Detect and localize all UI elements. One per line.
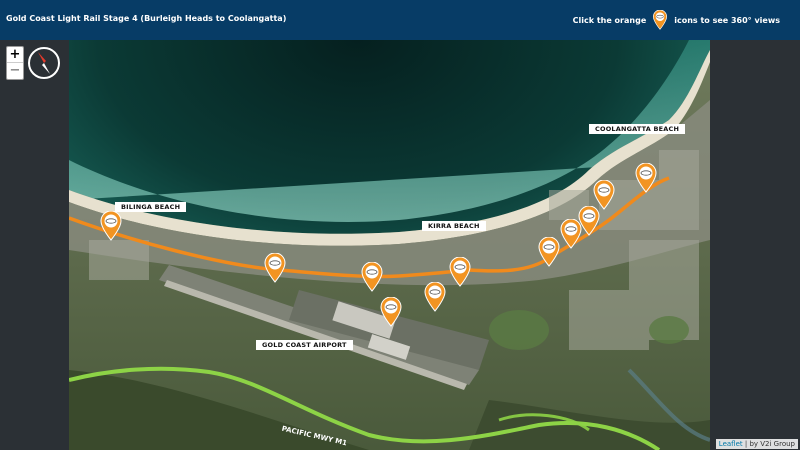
label-coolangatta-beach: COOLANGATTA BEACH — [589, 124, 686, 134]
provider-credit: | by V2i Group — [744, 440, 795, 448]
leaflet-link[interactable]: Leaflet — [719, 440, 743, 448]
pin-360-coolangatta-north[interactable] — [593, 179, 615, 210]
pin-360-airport-north[interactable] — [361, 261, 383, 292]
pin-360-bilinga[interactable] — [100, 210, 122, 241]
pin-360-tugun-west[interactable] — [264, 252, 286, 283]
pin-360-icon — [652, 9, 668, 30]
hint-text-before: Click the orange — [572, 15, 647, 25]
page-title: Gold Coast Light Rail Stage 4 (Burleigh … — [6, 14, 287, 23]
pin-360-airport-terminal[interactable] — [380, 296, 402, 327]
compass-icon[interactable] — [27, 46, 61, 80]
aerial-map-image — [69, 40, 710, 450]
label-bilinga-beach: BILINGA BEACH — [115, 202, 187, 212]
zoom-in-button[interactable]: + — [7, 47, 23, 63]
pin-360-kirra-south[interactable] — [449, 256, 471, 287]
left-panel — [0, 40, 69, 450]
map-attribution: Leaflet | by V2i Group — [715, 439, 798, 449]
pin-360-coolangatta-mid[interactable] — [578, 205, 600, 236]
label-kirra-beach: KIRRA BEACH — [422, 221, 486, 231]
hint-text-after: icons to see 360° views — [674, 15, 780, 25]
pin-360-kirra-east[interactable] — [538, 236, 560, 267]
zoom-out-button[interactable]: − — [7, 63, 23, 79]
header-bar: Gold Coast Light Rail Stage 4 (Burleigh … — [0, 0, 800, 40]
map-viewport[interactable]: BILINGA BEACH KIRRA BEACH COOLANGATTA BE… — [69, 40, 710, 450]
pin-360-airport-east[interactable] — [424, 281, 446, 312]
right-panel — [710, 40, 800, 450]
instruction-hint: Click the orange icons to see 360° views — [572, 9, 780, 30]
label-gold-coast-airport: GOLD COAST AIRPORT — [256, 340, 353, 350]
pin-360-coolangatta-beach[interactable] — [635, 162, 657, 193]
zoom-control: + − — [6, 46, 24, 80]
